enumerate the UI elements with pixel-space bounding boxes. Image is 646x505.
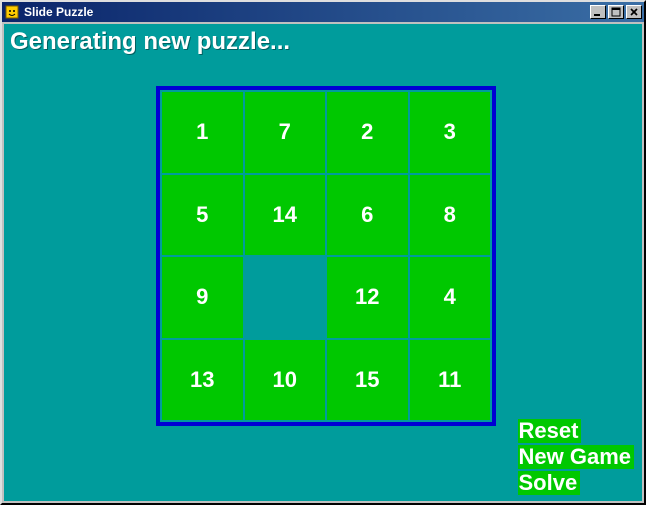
status-message: Generating new puzzle... bbox=[10, 28, 290, 56]
tile-2[interactable]: 2 bbox=[327, 92, 408, 173]
tile-15[interactable]: 15 bbox=[327, 340, 408, 421]
empty-tile bbox=[245, 257, 326, 338]
tile-label: 5 bbox=[196, 202, 208, 228]
tile-label: 6 bbox=[361, 202, 373, 228]
minimize-button[interactable] bbox=[590, 5, 606, 19]
tile-5[interactable]: 5 bbox=[162, 175, 243, 256]
tile-label: 2 bbox=[361, 119, 373, 145]
controls-panel: Reset New Game Solve bbox=[518, 419, 635, 495]
app-window: Slide Puzzle Generating new puzzle... 1 7… bbox=[0, 0, 646, 505]
tile-label: 9 bbox=[196, 284, 208, 310]
reset-button[interactable]: Reset bbox=[518, 419, 582, 443]
tile-10[interactable]: 10 bbox=[245, 340, 326, 421]
window-controls bbox=[588, 5, 642, 19]
tile-label: 10 bbox=[273, 367, 297, 393]
app-icon bbox=[4, 4, 20, 20]
tile-label: 4 bbox=[444, 284, 456, 310]
tile-13[interactable]: 13 bbox=[162, 340, 243, 421]
tile-label: 8 bbox=[444, 202, 456, 228]
puzzle-board: 1 7 2 3 5 14 6 8 9 12 4 13 10 15 11 bbox=[156, 86, 496, 426]
tile-4[interactable]: 4 bbox=[410, 257, 491, 338]
tile-label: 3 bbox=[444, 119, 456, 145]
tile-label: 12 bbox=[355, 284, 379, 310]
tile-11[interactable]: 11 bbox=[410, 340, 491, 421]
tile-label: 1 bbox=[196, 119, 208, 145]
tile-9[interactable]: 9 bbox=[162, 257, 243, 338]
tile-7[interactable]: 7 bbox=[245, 92, 326, 173]
tile-12[interactable]: 12 bbox=[327, 257, 408, 338]
titlebar: Slide Puzzle bbox=[2, 2, 644, 22]
tile-label: 11 bbox=[438, 367, 461, 393]
window-title: Slide Puzzle bbox=[24, 5, 588, 19]
tile-8[interactable]: 8 bbox=[410, 175, 491, 256]
new-game-button[interactable]: New Game bbox=[518, 445, 635, 469]
tile-label: 13 bbox=[190, 367, 214, 393]
tile-3[interactable]: 3 bbox=[410, 92, 491, 173]
tile-14[interactable]: 14 bbox=[245, 175, 326, 256]
maximize-button[interactable] bbox=[608, 5, 624, 19]
solve-button[interactable]: Solve bbox=[518, 471, 581, 495]
tile-label: 15 bbox=[355, 367, 379, 393]
tile-label: 14 bbox=[273, 202, 297, 228]
game-area: Generating new puzzle... 1 7 2 3 5 14 6 8 9 12 4 13… bbox=[4, 24, 642, 501]
tile-label: 7 bbox=[279, 119, 291, 145]
tile-6[interactable]: 6 bbox=[327, 175, 408, 256]
tile-1[interactable]: 1 bbox=[162, 92, 243, 173]
close-button[interactable] bbox=[626, 5, 642, 19]
